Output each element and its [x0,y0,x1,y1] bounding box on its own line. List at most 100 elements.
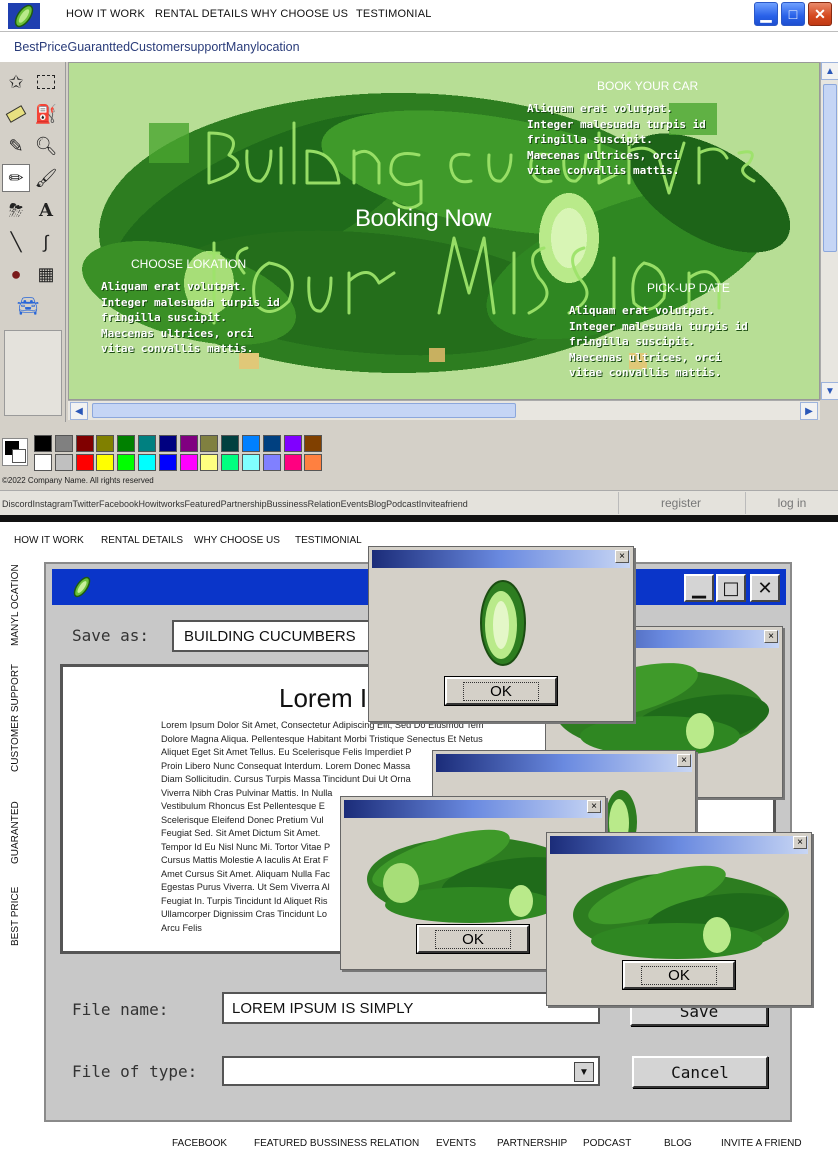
nav-rental-details[interactable]: RENTAL DETAILS [155,8,248,20]
color-swatch[interactable] [138,454,156,471]
eraser-icon[interactable] [2,100,30,128]
close-button[interactable]: ✕ [750,574,780,602]
color-swatch[interactable] [242,454,260,471]
horizontal-scrollbar[interactable]: ◀ ▶ [68,400,820,420]
color-swatch[interactable] [179,435,198,452]
nav-testimonial[interactable]: TESTIMONIAL [356,8,432,20]
color-swatch[interactable] [262,435,281,452]
footer-invite-a-friend[interactable]: INVITE A FRIEND [721,1138,802,1149]
nav-how-it-work[interactable]: HOW IT WORK [66,8,145,20]
brush-icon[interactable]: 🖌︎ [32,164,60,192]
rect-select-icon[interactable] [32,68,60,96]
calendar-icon[interactable]: ▦ [32,260,60,288]
footer-featured-bussiness-relation[interactable]: FEATURED BUSSINESS RELATION [254,1138,419,1149]
eyedropper-icon[interactable]: ✎ [2,132,30,160]
close-icon[interactable]: × [764,630,778,643]
side-nav-guaranted[interactable]: GUARANTED [10,801,21,864]
line-icon[interactable]: ╲ [2,228,30,256]
section-divider [0,515,838,522]
footer-events[interactable]: EVENTS [436,1138,476,1149]
file-name-input[interactable]: LOREM IPSUM IS SIMPLY [222,992,600,1024]
side-nav-customer-support[interactable]: CUSTOMER SUPPORT [10,664,21,772]
chevron-down-icon[interactable]: ▼ [574,1062,594,1082]
scroll-up-icon[interactable]: ▲ [821,62,838,80]
menu-bar-links[interactable]: BestPriceGuaranttedCustomersupportManylo… [14,40,300,54]
color-swatch[interactable] [34,454,52,471]
color-swatch[interactable] [304,454,323,471]
color-swatch[interactable] [75,435,94,452]
color-swatch[interactable] [138,435,156,452]
color-swatch[interactable] [283,435,302,452]
nav-how-it-work[interactable]: HOW IT WORK [14,535,84,546]
minimize-button[interactable]: ▁ [754,2,778,26]
side-nav-many-location[interactable]: MANYL OCATION [10,564,21,646]
airbrush-icon[interactable]: ⛈︎ [2,196,30,224]
register-link[interactable]: register [618,492,743,514]
color-swatch[interactable] [117,435,136,452]
color-swatch[interactable] [158,454,177,471]
car-icon[interactable]: 🚘︎ [14,292,42,320]
ok-button[interactable]: OK [416,924,530,954]
maximize-button[interactable]: □ [781,2,805,26]
color-swatch[interactable] [283,454,302,471]
color-swatch[interactable] [54,454,73,471]
vertical-scrollbar[interactable]: ▲ ▼ [820,62,838,400]
tool-options-panel[interactable] [4,330,62,416]
location-pin-icon[interactable]: ● [2,260,30,288]
color-swatch[interactable] [96,435,115,452]
color-swatch[interactable] [179,454,198,471]
close-icon[interactable]: × [615,550,629,563]
color-swatch[interactable] [242,435,260,452]
color-swatch[interactable] [75,454,94,471]
save-as-label: Save as: [72,626,150,645]
color-swatch[interactable] [262,454,281,471]
close-icon[interactable]: × [677,754,691,767]
maximize-button[interactable]: □ [716,574,746,602]
color-swatch[interactable] [221,454,240,471]
magnifier-icon[interactable]: 🔍︎ [32,132,60,160]
drawing-canvas[interactable]: BOOK YOUR CAR Aliquam erat volutpat. Int… [68,62,820,400]
close-button[interactable]: ✕ [808,2,832,26]
nav-why-choose-us[interactable]: WHY CHOOSE US [251,8,348,20]
ok-button[interactable]: OK [622,960,736,990]
scroll-right-icon[interactable]: ▶ [800,402,818,420]
footer-blog[interactable]: BLOG [664,1138,692,1149]
footer-partnership[interactable]: PARTNERSHIP [497,1138,567,1149]
footer-links[interactable]: DiscordInstagramTwitterFacebookHowitwork… [2,499,468,509]
nav-why-choose-us[interactable]: WHY CHOOSE US [194,535,280,546]
color-swatch[interactable] [158,435,177,452]
ok-button[interactable]: OK [444,676,558,706]
curve-icon[interactable]: ∫ [32,228,60,256]
color-swatch[interactable] [54,435,73,452]
text-icon[interactable]: A [32,196,60,224]
file-type-select[interactable]: ▼ [222,1056,600,1086]
color-swatch[interactable] [221,435,240,452]
color-swatch[interactable] [34,435,52,452]
cucumber-logo-icon[interactable] [8,3,40,29]
color-swatch[interactable] [200,435,219,452]
footer-podcast[interactable]: PODCAST [583,1138,631,1149]
fill-bucket-icon[interactable]: ⛽ [32,100,60,128]
color-swatch[interactable] [200,454,219,471]
color-swatch[interactable] [117,454,136,471]
horizontal-scroll-thumb[interactable] [92,403,516,418]
footer-facebook[interactable]: FACEBOOK [172,1138,227,1149]
pencil-icon[interactable]: ✏︎ [2,164,30,192]
color-swatch[interactable] [304,435,323,452]
star-select-icon[interactable]: ✩ [2,68,30,96]
close-icon[interactable]: × [793,836,807,849]
scroll-left-icon[interactable]: ◀ [70,402,88,420]
background-color[interactable] [12,449,26,463]
color-swatch[interactable] [96,454,115,471]
nav-rental-details[interactable]: RENTAL DETAILS [101,535,183,546]
booking-now-heading[interactable]: Booking Now [355,205,491,233]
vertical-scroll-thumb[interactable] [823,84,837,252]
cancel-button[interactable]: Cancel [632,1056,768,1088]
minimize-button[interactable]: ▁ [684,574,714,602]
login-link[interactable]: log in [745,492,838,514]
close-icon[interactable]: × [587,800,601,813]
side-nav-best-price[interactable]: BEST PRICE [10,887,21,946]
scroll-down-icon[interactable]: ▼ [821,382,838,400]
nav-testimonial[interactable]: TESTIMONIAL [295,535,362,546]
current-colors[interactable] [2,438,28,466]
